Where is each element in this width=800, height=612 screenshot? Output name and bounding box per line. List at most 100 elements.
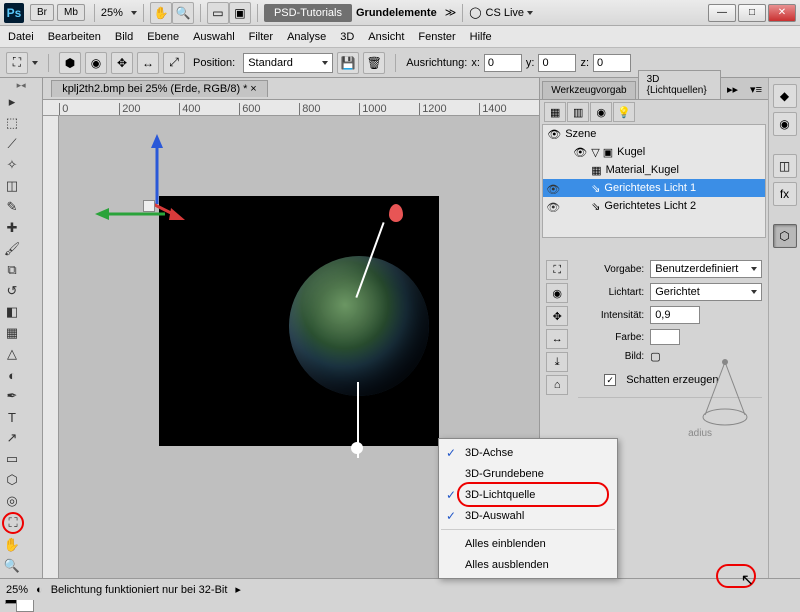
type-tool[interactable]: T (2, 407, 22, 427)
menu-ansicht[interactable]: Ansicht (368, 31, 404, 43)
close-button[interactable]: ✕ (768, 4, 796, 22)
shape-tool[interactable]: ▭ (2, 449, 22, 469)
3d-object-tool[interactable]: ⬡ (2, 470, 22, 490)
stamp-tool[interactable]: ⧉ (2, 260, 22, 280)
workspace-psd-tutorials[interactable]: PSD-Tutorials (264, 4, 352, 22)
dock-color-icon[interactable]: ◆ (773, 84, 797, 108)
mesh-filter-icon[interactable]: ▥ (567, 102, 589, 122)
gradient-tool[interactable]: ▦ (2, 323, 22, 343)
eraser-tool[interactable]: ◧ (2, 302, 22, 322)
3d-axis-origin[interactable] (143, 200, 155, 212)
scene-filter-icon[interactable]: ▦ (544, 102, 566, 122)
3d-camera-tool[interactable]: ◎ (2, 491, 22, 511)
light-marker-2[interactable] (351, 442, 363, 454)
save-preset-icon[interactable]: 💾 (337, 52, 359, 74)
minimize-button[interactable]: — (708, 4, 736, 22)
current-tool-icon[interactable]: ⛶ (6, 52, 28, 74)
delete-preset-icon[interactable]: 🗑 (363, 52, 385, 74)
view-mode-icon[interactable]: ▭ (207, 2, 229, 24)
zoom-tool-icon[interactable]: 🔍 (172, 2, 194, 24)
farbe-swatch[interactable] (650, 329, 680, 345)
menu-hilfe[interactable]: Hilfe (470, 31, 492, 43)
workspace-grundelemente[interactable]: Grundelemente (356, 7, 437, 19)
panel-tab-3d-lights[interactable]: 3D {Lichtquellen} (638, 70, 721, 99)
path-tool[interactable]: ↗ (2, 428, 22, 448)
light-marker-1[interactable] (389, 204, 403, 222)
light-point-icon[interactable]: ⤓ (546, 352, 568, 372)
light-filter-icon[interactable]: 💡 (613, 102, 635, 122)
menu-bearbeiten[interactable]: Bearbeiten (48, 31, 101, 43)
scene-row-light1[interactable]: ⇘ Gerichtetes Licht 1 (543, 179, 765, 197)
3d-axis-y[interactable] (147, 134, 167, 204)
brush-tool[interactable]: 🖌 (2, 239, 22, 259)
material-filter-icon[interactable]: ◉ (590, 102, 612, 122)
scene-row-root[interactable]: 👁Szene (543, 125, 765, 143)
mb-button[interactable]: Mb (57, 4, 85, 21)
eyedropper-tool[interactable]: ✎ (2, 197, 22, 217)
cm-3d-grundebene[interactable]: 3D-Grundebene (439, 463, 617, 484)
light-pan-icon[interactable]: ✥ (546, 306, 568, 326)
menu-bild[interactable]: Bild (115, 31, 133, 43)
menu-fenster[interactable]: Fenster (418, 31, 455, 43)
cm-alles-einblenden[interactable]: Alles einblenden (439, 533, 617, 554)
intensitaet-input[interactable]: 0,9 (650, 306, 700, 324)
light-rotate-icon[interactable]: ⛶ (546, 260, 568, 280)
status-arrow-icon[interactable]: ▸ (235, 583, 241, 596)
3d-rotate-icon[interactable]: ⬢ (59, 52, 81, 74)
hand-tool-icon[interactable]: ✋ (150, 2, 172, 24)
heal-tool[interactable]: ✚ (2, 218, 22, 238)
3d-slide-icon[interactable]: ↔ (137, 52, 159, 74)
bild-thumb[interactable]: ▢ (650, 350, 660, 363)
pen-tool[interactable]: ✒ (2, 386, 22, 406)
cm-alles-ausblenden[interactable]: Alles ausblenden (439, 554, 617, 575)
x-input[interactable] (484, 54, 522, 72)
zoom-display[interactable]: 25% (101, 7, 123, 19)
z-input[interactable] (593, 54, 631, 72)
scene-row-material[interactable]: ▦ Material_Kugel (543, 161, 765, 179)
cslive-button[interactable]: CS Live (486, 7, 525, 19)
menu-3d[interactable]: 3D (340, 31, 354, 43)
panel-tab-tool-presets[interactable]: Werkzeugvorgab (542, 81, 635, 99)
marquee-tool[interactable]: ⬚ (2, 113, 22, 133)
crop-tool[interactable]: ◫ (2, 176, 22, 196)
close-tab-icon[interactable]: × (250, 83, 256, 95)
light-roll-icon[interactable]: ◉ (546, 283, 568, 303)
blur-tool[interactable]: △ (2, 344, 22, 364)
lichtart-select[interactable]: Gerichtet (650, 283, 762, 301)
light-home-icon[interactable]: ⌂ (546, 375, 568, 395)
dock-styles-icon[interactable]: fx (773, 182, 797, 206)
cm-3d-lichtquelle[interactable]: ✓3D-Lichtquelle (439, 484, 617, 505)
dodge-tool[interactable]: ◐ (2, 365, 22, 385)
wand-tool[interactable]: ✧ (2, 155, 22, 175)
scene-row-light2[interactable]: ⇘ Gerichtetes Licht 2 (543, 197, 765, 215)
3d-scale-icon[interactable]: ⤢ (163, 52, 185, 74)
screen-mode-icon[interactable]: ▣ (229, 2, 251, 24)
cm-3d-achse[interactable]: ✓3D-Achse (439, 442, 617, 463)
hand-tool[interactable]: ✋ (2, 535, 22, 555)
menu-datei[interactable]: Datei (8, 31, 34, 43)
dock-swatches-icon[interactable]: ◉ (773, 112, 797, 136)
light-slide-icon[interactable]: ↔ (546, 329, 568, 349)
menu-ebene[interactable]: Ebene (147, 31, 179, 43)
y-input[interactable] (538, 54, 576, 72)
3d-light-tool[interactable]: ⛶ (2, 512, 24, 534)
maximize-button[interactable]: □ (738, 4, 766, 22)
scene-row-kugel[interactable]: 👁▽ ▣ Kugel (543, 143, 765, 161)
cm-3d-auswahl[interactable]: ✓3D-Auswahl (439, 505, 617, 526)
bridge-button[interactable]: Br (30, 4, 54, 21)
panel-collapse-icon[interactable]: ▸▸ (721, 80, 744, 99)
vorgabe-select[interactable]: Benutzerdefiniert (650, 260, 762, 278)
position-select[interactable]: Standard (243, 53, 333, 73)
dock-adjustments-icon[interactable]: ◫ (773, 154, 797, 178)
menu-auswahl[interactable]: Auswahl (193, 31, 235, 43)
3d-pan-icon[interactable]: ✥ (111, 52, 133, 74)
3d-roll-icon[interactable]: ◉ (85, 52, 107, 74)
document-tab[interactable]: kplj2th2.bmp bei 25% (Erde, RGB/8) * × (51, 80, 267, 97)
zoom-tool[interactable]: 🔍 (2, 556, 22, 576)
dock-3d-icon[interactable]: ⬡ (773, 224, 797, 248)
status-zoom[interactable]: 25% (6, 584, 28, 596)
menu-filter[interactable]: Filter (249, 31, 273, 43)
lasso-tool[interactable]: ⟋ (2, 134, 22, 154)
more-workspaces-icon[interactable]: ≫ (445, 6, 457, 19)
menu-analyse[interactable]: Analyse (287, 31, 326, 43)
